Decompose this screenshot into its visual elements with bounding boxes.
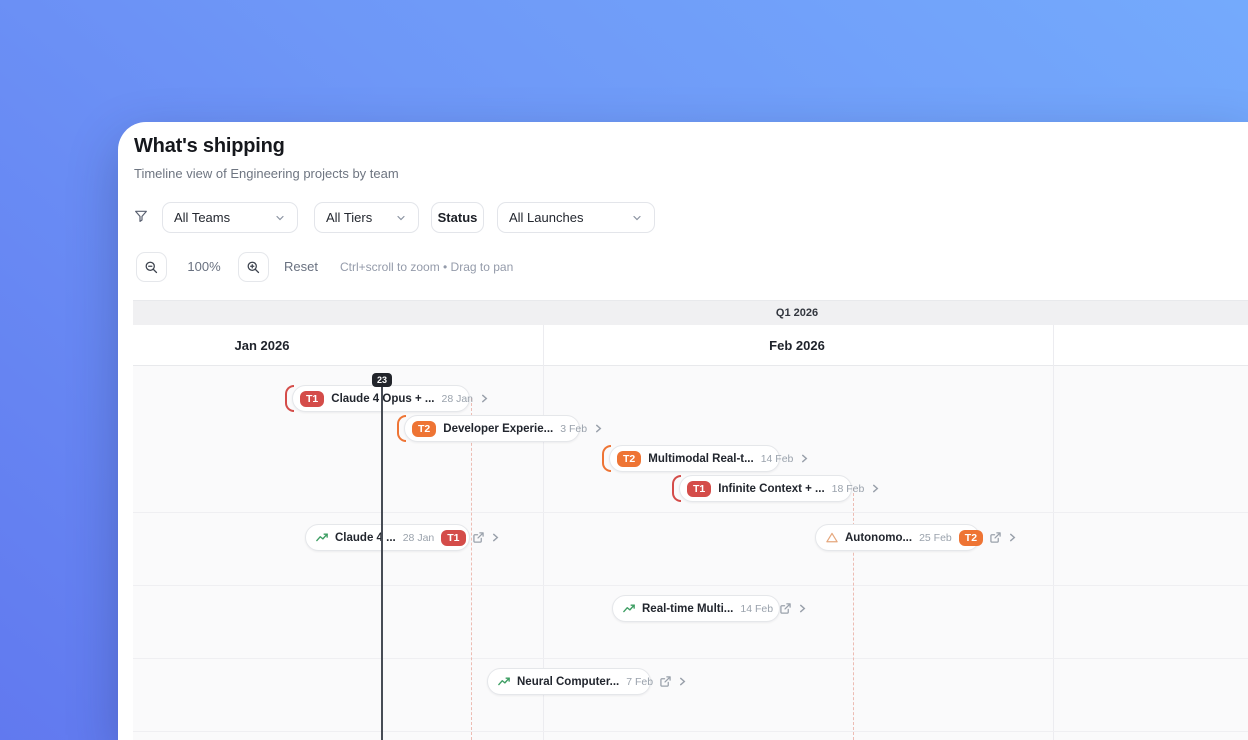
trending-up-icon [623, 603, 635, 614]
tier-badge: T1 [687, 480, 712, 497]
tiers-filter-value: All Tiers [326, 210, 373, 225]
external-link-icon [472, 532, 484, 543]
filter-icon [133, 208, 149, 224]
tiers-filter-dropdown[interactable]: All Tiers [314, 202, 419, 233]
launch-item-neural-computer[interactable]: Neural Computer... 7 Feb [487, 668, 686, 695]
chevron-right-icon [678, 677, 687, 686]
deadline-marker-line [471, 398, 472, 740]
teams-filter-value: All Teams [174, 210, 231, 225]
project-date: 18 Feb [831, 482, 865, 495]
teams-filter-dropdown[interactable]: All Teams [162, 202, 298, 233]
project-bar-multimodal-realtime[interactable]: T2 Multimodal Real-t... 14 Feb [609, 445, 808, 472]
chevron-down-icon [631, 212, 643, 224]
external-link-icon [990, 532, 1001, 543]
project-date: 3 Feb [560, 422, 588, 435]
launch-name: Claude 4 ... [335, 531, 396, 544]
quarter-label: Q1 2026 [775, 307, 819, 319]
chevron-down-icon [395, 212, 407, 224]
chevron-right-icon [480, 394, 489, 403]
launch-item-claude-4[interactable]: Claude 4 ... 28 Jan T1 [305, 524, 498, 551]
chevron-right-icon [798, 604, 807, 613]
chevron-right-icon [800, 454, 809, 463]
timeline-canvas[interactable]: Q1 2026 Jan 2026 Feb 2026 T1 Claude 4 Op… [133, 300, 1248, 740]
launch-item-realtime-multimodal[interactable]: Real-time Multi... 14 Feb [612, 595, 806, 622]
launches-filter-value: All Launches [509, 210, 584, 225]
lane-divider [133, 731, 1248, 732]
zoom-out-button[interactable] [136, 252, 167, 282]
zoom-level: 100% [187, 259, 221, 274]
launches-filter-dropdown[interactable]: All Launches [497, 202, 655, 233]
tier-badge: T1 [441, 529, 466, 546]
pan-zoom-hint: Ctrl+scroll to zoom • Drag to pan [340, 260, 514, 274]
launch-date: 14 Feb [740, 602, 774, 615]
lane-divider [133, 512, 1248, 513]
today-marker-badge: 23 [371, 373, 393, 387]
zoom-in-button[interactable] [238, 252, 269, 282]
chevron-right-icon [1008, 533, 1017, 542]
chevron-down-icon [274, 212, 286, 224]
tier-badge: T2 [958, 529, 984, 546]
project-date: 28 Jan [441, 392, 474, 405]
project-bar-developer-experience[interactable]: T2 Developer Experie... 3 Feb [404, 415, 602, 442]
month-label-feb: Feb 2026 [769, 338, 825, 353]
external-link-icon [780, 603, 791, 614]
whats-shipping-panel: What's shipping Timeline view of Enginee… [118, 122, 1248, 740]
launch-date: 28 Jan [402, 531, 435, 544]
month-gridline [1053, 325, 1054, 740]
quarter-header: Q1 2026 [133, 300, 1248, 325]
trending-up-icon [316, 532, 328, 543]
warning-icon [826, 532, 838, 543]
launch-name: Real-time Multi... [642, 602, 734, 615]
launch-name: Autonomo... [845, 531, 913, 544]
today-marker-line [381, 376, 383, 740]
status-filter-label: Status [437, 210, 478, 225]
reset-zoom-button[interactable]: Reset [284, 259, 318, 274]
tier-badge: T2 [412, 420, 437, 437]
launch-item-autonomous[interactable]: Autonomo... 25 Feb T2 [815, 524, 1016, 551]
chevron-right-icon [871, 484, 880, 493]
tier-badge: T2 [617, 450, 642, 467]
launch-date: 25 Feb [919, 531, 952, 544]
tier-badge: T1 [300, 390, 325, 407]
launch-date: 7 Feb [626, 675, 654, 688]
launch-name: Neural Computer... [517, 675, 620, 688]
project-name: Developer Experie... [443, 422, 554, 435]
lane-divider [133, 585, 1248, 586]
project-name: Multimodal Real-t... [648, 452, 754, 465]
project-date: 14 Feb [760, 452, 794, 465]
trending-up-icon [498, 676, 510, 687]
page-title: What's shipping [134, 135, 285, 157]
lane-divider [133, 658, 1248, 659]
page-subtitle: Timeline view of Engineering projects by… [134, 166, 399, 181]
month-header: Jan 2026 Feb 2026 [133, 325, 1248, 366]
chevron-right-icon [594, 424, 603, 433]
project-name: Infinite Context + ... [718, 482, 825, 495]
project-bar-infinite-context[interactable]: T1 Infinite Context + ... 18 Feb [679, 475, 879, 502]
external-link-icon [660, 676, 671, 687]
month-label-jan: Jan 2026 [234, 338, 290, 353]
status-filter-button[interactable]: Status [431, 202, 484, 233]
chevron-right-icon [491, 533, 500, 542]
